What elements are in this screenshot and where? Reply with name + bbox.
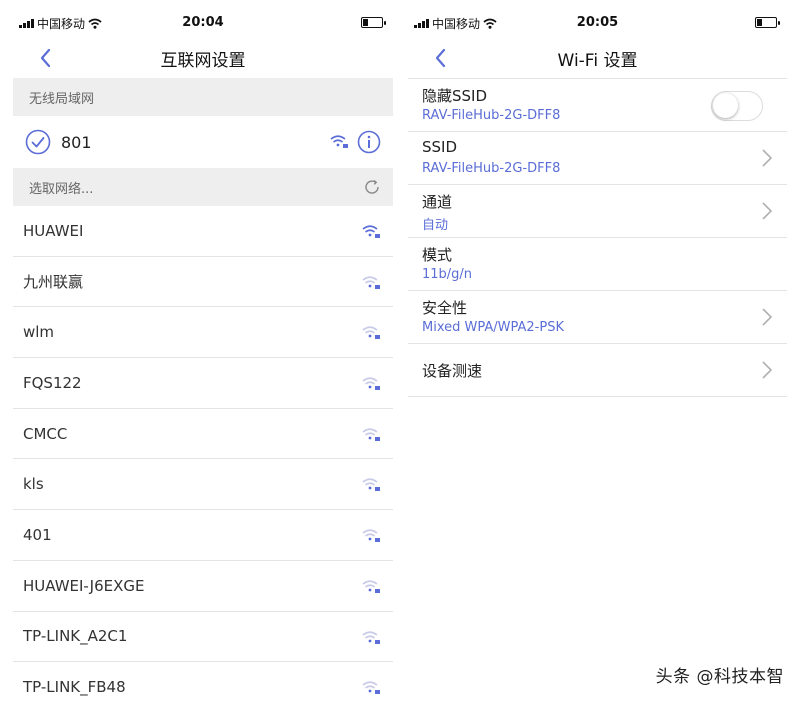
network-name: TP-LINK_A2C1 (23, 627, 128, 646)
connected-network-name: 801 (61, 132, 92, 152)
network-name: CMCC (23, 424, 68, 443)
network-name: wlm (23, 323, 55, 342)
wifi-lock-icon (362, 225, 380, 238)
network-row[interactable]: CMCC (13, 409, 393, 460)
checkmark-circle-icon (25, 129, 51, 155)
chevron-right-icon (762, 149, 773, 167)
page-title: Wi-Fi 设置 (557, 51, 638, 71)
setting-label: 设备测速 (422, 362, 483, 380)
status-bar: 中国移动 20:05 (408, 0, 787, 40)
network-row[interactable]: kls (13, 459, 393, 511)
wifi-lock-icon (362, 276, 380, 289)
setting-label: SSID (422, 138, 458, 156)
network-row[interactable]: wlm (13, 307, 393, 359)
hide-ssid-toggle[interactable] (711, 91, 763, 121)
wifi-lock-icon (362, 326, 380, 340)
wifi-lock-icon (362, 377, 380, 391)
chevron-right-icon (762, 202, 773, 220)
watermark-text: 头条 @科技本智 (655, 667, 784, 687)
network-name: TP-LINK_FB48 (23, 678, 126, 697)
network-name: FQS122 (23, 373, 82, 392)
choose-network-label: 选取网络... (29, 181, 94, 197)
network-name: kls (23, 475, 44, 494)
setting-value: 11b/g/n (422, 267, 473, 282)
network-row[interactable]: TP-LINK_FB48 (13, 662, 393, 702)
network-row[interactable]: 401 (13, 510, 393, 561)
speed-test-row[interactable]: 设备测速 (408, 344, 787, 397)
setting-label: 安全性 (422, 299, 468, 317)
wifi-lock-icon (330, 135, 348, 148)
ssid-row[interactable]: SSID RAV-FileHub-2G-DFF8 (408, 132, 787, 185)
toggle-knob (713, 93, 738, 118)
chevron-right-icon (762, 308, 773, 326)
network-row[interactable]: HUAWEI-J6EXGE (13, 561, 393, 612)
setting-label: 模式 (422, 246, 453, 264)
channel-row[interactable]: 通道 自动 (408, 185, 787, 238)
security-row[interactable]: 安全性 Mixed WPA/WPA2-PSK (408, 291, 787, 344)
wifi-lock-icon (362, 428, 380, 441)
setting-label: 通道 (422, 193, 453, 211)
network-list: HUAWEI 九州联赢 wlm FQS122 CMCC kls 401 HUAW… (13, 206, 393, 702)
status-time: 20:05 (576, 15, 619, 30)
wifi-lock-icon (362, 681, 380, 695)
setting-value: 自动 (422, 218, 449, 233)
network-name: 401 (23, 525, 52, 544)
network-name: 九州联赢 (23, 273, 84, 292)
nav-bar: 互联网设置 (13, 40, 393, 78)
network-row[interactable]: TP-LINK_A2C1 (13, 612, 393, 663)
connected-network-row[interactable]: 801 (13, 116, 393, 168)
setting-label: 隐藏SSID (422, 87, 488, 105)
network-name: HUAWEI-J6EXGE (23, 576, 145, 595)
mode-row: 模式 11b/g/n (408, 238, 787, 291)
chevron-right-icon (762, 361, 773, 379)
status-time: 20:04 (182, 15, 224, 30)
wifi-lock-icon (362, 478, 380, 492)
setting-value: RAV-FileHub-2G-DFF8 (422, 108, 561, 123)
refresh-icon[interactable] (363, 178, 381, 196)
internet-settings-screen: 中国移动 20:04 互联网设置 无线局域网 801 选取网络... HUAWE… (13, 0, 393, 702)
wifi-settings-screen: 中国移动 20:05 Wi-Fi 设置 隐藏SSID RAV-FileHub-2… (408, 0, 787, 702)
network-row[interactable]: HUAWEI (13, 206, 393, 257)
wifi-lock-icon (362, 529, 380, 543)
battery-icon (361, 17, 386, 28)
setting-value: Mixed WPA/WPA2-PSK (422, 320, 564, 335)
hide-ssid-row: 隐藏SSID RAV-FileHub-2G-DFF8 (408, 79, 787, 132)
setting-value: RAV-FileHub-2G-DFF8 (422, 161, 561, 176)
settings-list: 隐藏SSID RAV-FileHub-2G-DFF8 SSID RAV-File… (408, 79, 787, 397)
page-title: 互联网设置 (160, 51, 246, 71)
battery-icon (755, 17, 780, 28)
nav-bar: Wi-Fi 设置 (408, 40, 787, 78)
wifi-lock-icon (362, 580, 380, 593)
wifi-lock-icon (362, 630, 380, 644)
wlan-section-header: 无线局域网 (13, 78, 393, 116)
network-row[interactable]: 九州联赢 (13, 257, 393, 308)
info-icon[interactable] (357, 130, 381, 154)
choose-network-header: 选取网络... (13, 168, 393, 206)
status-bar: 中国移动 20:04 (13, 0, 393, 40)
network-row[interactable]: FQS122 (13, 358, 393, 409)
network-name: HUAWEI (23, 221, 84, 240)
